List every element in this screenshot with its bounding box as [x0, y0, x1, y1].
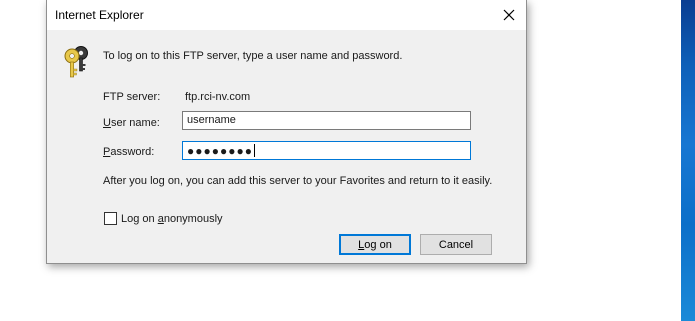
ftp-server-value: ftp.rci-nv.com: [185, 91, 251, 103]
close-button[interactable]: [492, 0, 526, 30]
ftp-login-dialog: Internet Explorer To log on to this FTP …: [46, 0, 527, 264]
keys-icon: [64, 46, 88, 78]
window-title: Internet Explorer: [55, 8, 144, 22]
ftp-server-label: FTP server:: [103, 91, 161, 103]
username-field[interactable]: username: [182, 111, 471, 130]
close-icon: [503, 9, 515, 21]
password-value: ●●●●●●●●: [187, 144, 253, 158]
desktop-background: [681, 0, 695, 321]
log-on-button[interactable]: Log on: [339, 234, 411, 255]
username-label: User name:: [103, 117, 160, 129]
password-field[interactable]: ●●●●●●●●: [182, 141, 471, 160]
password-label: Password:: [103, 146, 155, 158]
cancel-button[interactable]: Cancel: [420, 234, 492, 255]
anonymous-checkbox[interactable]: [104, 212, 117, 225]
text-caret: [253, 144, 255, 157]
info-text: After you log on, you can add this serve…: [103, 175, 493, 187]
anonymous-label: Log on anonymously: [121, 212, 223, 225]
anonymous-checkbox-row[interactable]: Log on anonymously: [104, 212, 223, 225]
intro-text: To log on to this FTP server, type a use…: [103, 50, 403, 62]
username-value: username: [187, 114, 236, 126]
title-bar: Internet Explorer: [47, 0, 526, 30]
